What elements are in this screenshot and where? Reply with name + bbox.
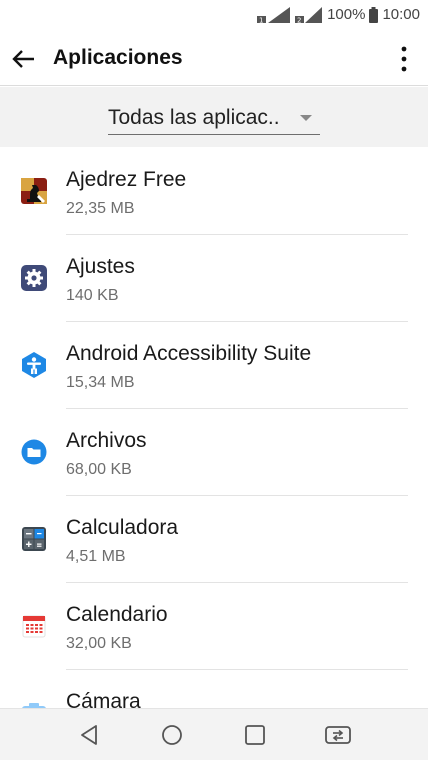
svg-text:1: 1 [259,16,263,23]
signal-sim1-icon: 1 [257,6,291,23]
nav-back-button[interactable] [77,722,103,748]
app-list-item[interactable]: Android Accessibility Suite 15,34 MB [0,322,428,409]
app-list-item[interactable]: Archivos 68,00 KB [0,409,428,496]
app-list-item[interactable]: Ajedrez Free 22,35 MB [0,148,428,235]
app-list[interactable]: Ajedrez Free 22,35 MB Ajustes 140 KB And… [0,148,428,708]
nav-dual-window-button[interactable] [323,722,351,748]
app-list-item[interactable]: Calendario 32,00 KB [0,583,428,670]
app-name: Cámara [66,690,141,708]
nav-dual-window-icon [325,726,351,744]
app-list-item[interactable]: Calculadora 4,51 MB [0,496,428,583]
calendar-app-icon [22,615,46,638]
app-name: Calculadora [66,516,179,539]
settings-app-icon [21,265,47,291]
camera-app-icon [22,703,46,708]
more-options-button[interactable] [390,42,418,76]
nav-back-icon [81,725,97,745]
nav-home-icon [162,725,182,745]
filter-bar: Todas las aplicac.. [0,87,428,147]
navigation-bar [0,708,428,760]
back-button[interactable] [10,45,38,73]
app-filter-dropdown[interactable]: Todas las aplicac.. [108,101,320,135]
battery-percent: 100% [327,6,366,23]
app-name: Ajedrez Free [66,168,187,191]
more-vert-icon [401,46,407,72]
status-bar: 1 2 100% 10:00 [0,0,428,32]
arrow-left-icon [12,50,34,68]
app-size: 22,35 MB [66,200,135,217]
app-name: Ajustes [66,255,135,278]
app-list-item[interactable]: Cámara [0,670,428,708]
page-title: Aplicaciones [53,46,183,69]
nav-recents-button[interactable] [242,722,268,748]
status-indicators: 1 2 100% 10:00 [257,6,420,23]
app-size: 4,51 MB [66,548,126,565]
app-size: 32,00 KB [66,635,132,652]
nav-recents-icon [245,725,265,745]
app-size: 15,34 MB [66,374,135,391]
app-size: 140 KB [66,287,119,304]
signal-sim2-icon: 2 [295,6,323,23]
dropdown-caret-icon [300,115,312,121]
files-app-icon [21,439,47,465]
app-name: Android Accessibility Suite [66,342,312,365]
battery-icon [369,6,379,23]
app-name: Calendario [66,603,168,626]
clock: 10:00 [382,6,420,23]
app-name: Archivos [66,429,147,452]
app-bar: Aplicaciones [0,32,428,86]
calculator-app-icon [22,527,46,551]
app-list-item[interactable]: Ajustes 140 KB [0,235,428,322]
filter-selected-label: Todas las aplicac.. [108,105,280,129]
app-size: 68,00 KB [66,461,132,478]
nav-home-button[interactable] [159,722,185,748]
svg-text:2: 2 [297,16,301,23]
accessibility-app-icon [22,352,46,378]
chess-app-icon [21,178,47,204]
